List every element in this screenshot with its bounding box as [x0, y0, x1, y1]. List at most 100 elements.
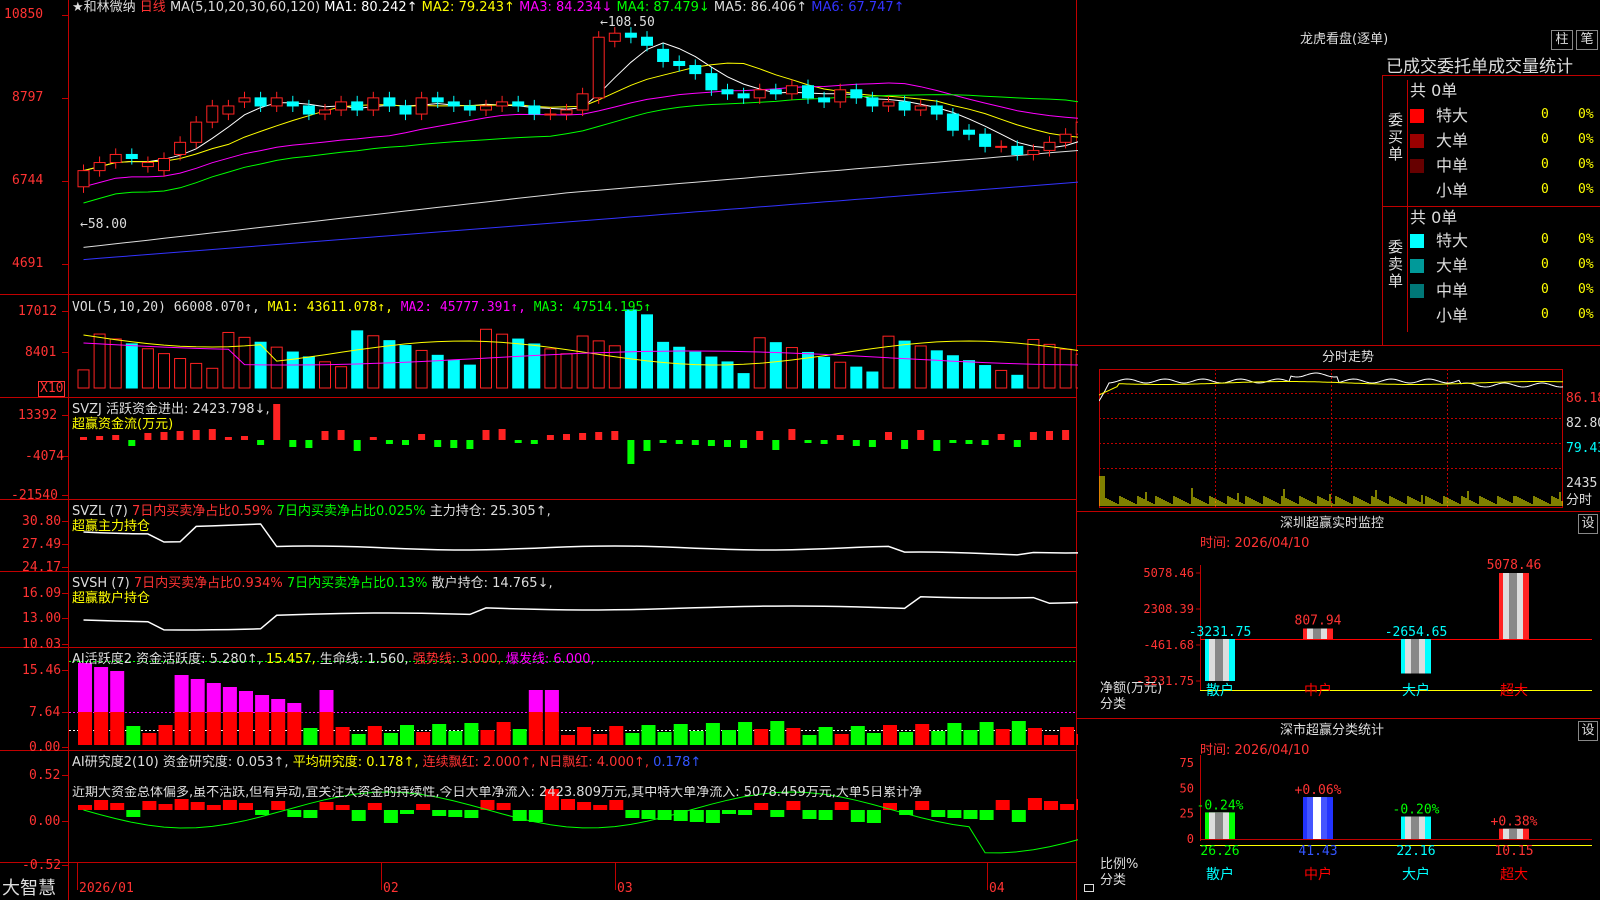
volume-bar	[125, 343, 138, 389]
ma-value-1: MA1: 80.242↑	[324, 0, 422, 15]
svzj-title: SVZJ 活跃资金进出: 2423.798↓,	[72, 402, 270, 417]
order-size-label: 中单	[1436, 156, 1469, 175]
active-bar-top	[239, 691, 253, 712]
volume-bar	[866, 371, 879, 389]
candle-body	[158, 157, 170, 172]
active-bar	[673, 724, 688, 745]
volume-bar	[592, 340, 605, 389]
volume-bar	[335, 366, 348, 389]
bar-center	[1509, 828, 1517, 839]
vol-unit-badge[interactable]: X10	[38, 381, 66, 397]
main-holding-line	[83, 523, 1078, 556]
order-size-label: 小单	[1436, 181, 1469, 200]
research-bar	[1011, 810, 1026, 822]
volume-bar	[721, 361, 734, 389]
active-bar-base	[94, 712, 109, 745]
svzl-tick-3: 24.17	[22, 560, 62, 575]
active-bar	[657, 732, 672, 745]
candle-body	[592, 36, 605, 99]
research-bar	[367, 803, 382, 810]
flow-bar	[257, 440, 265, 445]
flow-bar	[707, 440, 715, 446]
candle-body	[512, 101, 525, 107]
order-size-label: 大单	[1436, 131, 1469, 150]
act-tick-1: 15.46	[22, 663, 62, 678]
volume-bar	[463, 364, 476, 389]
active-bar-base	[174, 712, 189, 745]
sz-class-change-label: +0.06%	[1295, 783, 1342, 798]
candle-body	[77, 170, 90, 188]
flow-bar	[192, 430, 200, 440]
pen-toggle-button[interactable]: 笔	[1576, 30, 1598, 50]
period-label: 日线	[139, 0, 166, 15]
candle-body	[657, 48, 670, 62]
volume-bar	[158, 353, 170, 389]
flow-bar	[1046, 431, 1053, 440]
high-label: ←108.50	[600, 15, 655, 30]
volume-bar	[673, 346, 686, 389]
bars-toggle-button[interactable]: 柱	[1551, 30, 1573, 50]
sz-monitor-bar	[1303, 628, 1333, 639]
sz-class-settings-button[interactable]: 设	[1578, 721, 1598, 741]
research-bar	[319, 802, 334, 810]
ma-values: MA1: 80.242↑ MA2: 79.243↑ MA3: 84.234↓ M…	[324, 0, 904, 15]
bar-center	[1215, 639, 1223, 681]
flow-bar	[643, 440, 651, 451]
flow-bar	[466, 440, 474, 449]
ai-research-note: 近期大资金总体偏多,虽不活跃,但有异动,宜关注大资金的持续性,今日大单净流入: …	[72, 786, 923, 800]
order-color-swatch	[1410, 134, 1424, 148]
volume-bar	[624, 309, 637, 389]
active-bar	[963, 730, 978, 745]
sz-monitor-value-label: 807.94	[1295, 613, 1342, 628]
flow-bar	[144, 433, 152, 440]
active-bar	[979, 722, 994, 745]
research-bar	[335, 805, 350, 810]
flow-bar	[579, 433, 587, 440]
flow-bar	[836, 435, 844, 440]
active-bar	[1044, 735, 1058, 745]
order-qty: 0	[1541, 157, 1549, 172]
volume-bar	[850, 366, 863, 389]
sz-class-chart[interactable]: 75 50 25 0 -0.24% 26.26 散户 +0.06% 41.43 中户 -0.20% 2…	[1077, 755, 1600, 900]
flow-bar	[611, 431, 619, 440]
research-bar	[400, 810, 414, 814]
sz-monitor-settings-button[interactable]: 设	[1578, 514, 1598, 534]
order-qty: 0	[1541, 282, 1549, 297]
active-bar	[512, 729, 527, 745]
flow-bar	[128, 440, 136, 446]
intraday-chart[interactable]	[1099, 369, 1564, 510]
active-bar	[818, 727, 833, 745]
active-bar	[689, 731, 704, 745]
candle-body	[769, 89, 782, 95]
flow-bar	[514, 440, 522, 443]
svzj-tick-1: 13392	[18, 408, 58, 423]
candle-body	[206, 105, 219, 123]
flow-bar	[981, 440, 989, 445]
flow-bar	[80, 437, 87, 440]
active-bar-base	[78, 712, 92, 745]
flow-bar	[241, 436, 248, 440]
volume-bar	[995, 369, 1008, 389]
date-tick-2: 02	[383, 881, 399, 896]
flow-bar	[369, 437, 377, 440]
candle-body	[141, 162, 154, 168]
candle-body	[351, 101, 364, 111]
stock-name[interactable]: ★和林微纳	[72, 0, 136, 15]
active-bar-top	[190, 679, 205, 712]
active-bar	[142, 733, 157, 745]
sz-monitor-ylabel: 净额(万元)	[1100, 681, 1163, 696]
research-bar	[561, 799, 575, 810]
active-bar	[432, 724, 447, 745]
candle-body	[753, 89, 766, 99]
order-pct: 0%	[1578, 157, 1594, 172]
brand-logo: 大智慧	[2, 878, 56, 899]
order-stats-tabs[interactable]: 已成交委托单成交量统计	[1386, 57, 1600, 77]
sz-class-y-tick: 50	[1180, 781, 1194, 795]
research-bar	[271, 801, 286, 810]
ma-line-60	[83, 149, 1078, 248]
active-bar	[609, 726, 624, 745]
volume-bar	[930, 350, 943, 389]
ma-value-4: MA4: 87.479↓	[616, 0, 714, 15]
research-bar	[947, 810, 962, 818]
price-tick-1: 10850	[4, 7, 44, 22]
